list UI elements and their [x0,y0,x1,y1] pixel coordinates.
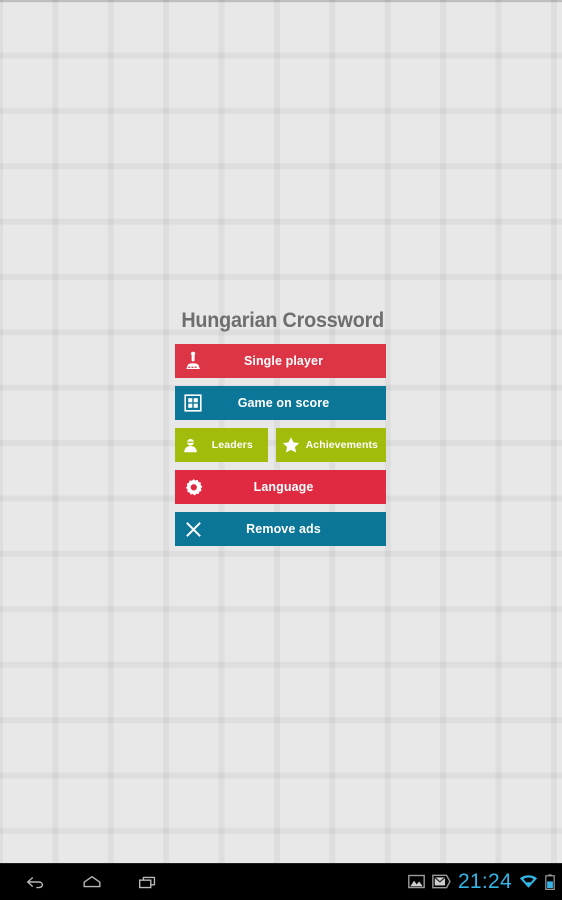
recents-icon [139,876,156,888]
recent-apps-button[interactable] [120,863,176,900]
leaders-label: Leaders [211,439,253,451]
navbar-left-group [0,863,176,900]
leaders-button[interactable]: Leaders [175,428,268,462]
home-icon [83,875,101,887]
home-button[interactable] [64,863,120,900]
achievements-button[interactable]: Achievements [275,428,386,462]
star-icon [276,428,306,462]
close-x-icon [175,512,211,546]
back-button[interactable] [8,863,64,900]
game-on-score-button[interactable]: Game on score [175,386,386,420]
screenshot-icon [408,874,425,889]
single-player-button[interactable]: Single player [175,344,386,378]
leaders-achievements-row: Leaders Achievements [175,428,386,462]
battery-icon [545,873,555,890]
device-screen: Hungarian Crossword Single player Game o… [0,0,562,900]
achievements-label: Achievements [305,439,378,451]
language-button[interactable]: Language [175,470,386,504]
crossword-grid-icon [175,386,211,420]
status-clock: 21:24 [457,870,512,893]
single-player-label: Single player [243,354,324,368]
page-title: Hungarian Crossword [181,309,384,332]
wifi-icon [519,874,538,889]
game-on-score-label: Game on score [237,396,330,410]
person-icon [175,428,205,462]
system-navigation-bar: 21:24 [0,863,562,900]
navbar-top-edge [0,863,562,864]
back-arrow-icon [27,876,44,888]
status-icons-group[interactable]: 21:24 [408,871,562,892]
email-icon [432,874,451,889]
screen-top-edge [0,0,562,2]
main-menu-panel: Hungarian Crossword Single player Game o… [175,307,386,554]
gear-icon [175,470,211,504]
joystick-icon [175,344,211,378]
language-label: Language [253,480,314,494]
remove-ads-label: Remove ads [246,522,321,536]
remove-ads-button[interactable]: Remove ads [175,512,386,546]
